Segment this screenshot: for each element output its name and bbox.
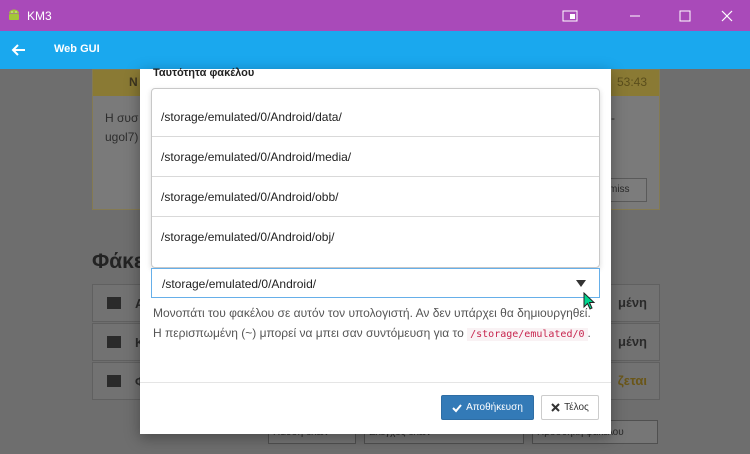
folder-dialog: Ταυτότητα φακέλου /storage/emulated/0/An… bbox=[140, 67, 611, 434]
folder-row-status: μένη bbox=[618, 295, 647, 310]
suggestion-item[interactable]: /storage/emulated/0/Android/obj/ bbox=[152, 217, 599, 257]
app-bar: Web GUI bbox=[0, 31, 750, 69]
panel-title: N bbox=[129, 75, 138, 89]
minimize-icon[interactable] bbox=[612, 0, 658, 31]
upload-icon bbox=[107, 375, 121, 387]
snap-icon[interactable] bbox=[547, 0, 593, 31]
suggestion-item[interactable]: /storage/emulated/0/Android/media/ bbox=[152, 137, 599, 177]
folder-id-label: Ταυτότητα φακέλου bbox=[153, 67, 255, 79]
folder-row-status: ζεται bbox=[617, 373, 647, 388]
check-icon bbox=[452, 403, 462, 412]
close-label: Τέλος bbox=[564, 402, 589, 413]
close-button[interactable]: Τέλος bbox=[541, 395, 599, 420]
folders-heading: Φάκε bbox=[92, 250, 144, 273]
panel-text-line1-tail: - bbox=[611, 111, 615, 125]
suggestion-item[interactable]: /storage/emulated/0/Android/obb/ bbox=[152, 177, 599, 217]
app-title: Web GUI bbox=[54, 43, 100, 55]
folder-icon bbox=[107, 297, 121, 309]
close-icon bbox=[551, 403, 560, 412]
folder-icon bbox=[107, 336, 121, 348]
dropdown-arrow-icon[interactable] bbox=[576, 280, 586, 287]
help-code: /storage/emulated/0 bbox=[467, 328, 588, 341]
window-titlebar: KM3 bbox=[0, 0, 750, 31]
android-icon bbox=[9, 9, 19, 20]
panel-text-line1: Η συσ bbox=[105, 111, 139, 125]
path-suggestions: /storage/emulated/0/Android/data/ /stora… bbox=[151, 88, 600, 268]
panel-time: 53:43 bbox=[616, 75, 647, 89]
panel-text-line2: ugol7) bbox=[105, 130, 139, 144]
footer-divider bbox=[140, 382, 611, 383]
arrow-left-icon[interactable] bbox=[10, 41, 28, 59]
maximize-icon[interactable] bbox=[662, 0, 708, 31]
save-label: Αποθήκευση bbox=[466, 402, 523, 413]
help-end: . bbox=[587, 326, 591, 340]
close-window-icon[interactable] bbox=[704, 0, 750, 31]
folder-path-input[interactable]: /storage/emulated/0/Android/ bbox=[151, 268, 600, 298]
path-help-text: Μονοπάτι του φακέλου σε αυτόν τον υπολογ… bbox=[153, 303, 593, 345]
window-title: KM3 bbox=[27, 9, 52, 23]
suggestion-item[interactable]: /storage/emulated/0/Android/data/ bbox=[152, 97, 599, 137]
folder-row-status: μένη bbox=[618, 334, 647, 349]
save-button[interactable]: Αποθήκευση bbox=[441, 395, 534, 420]
